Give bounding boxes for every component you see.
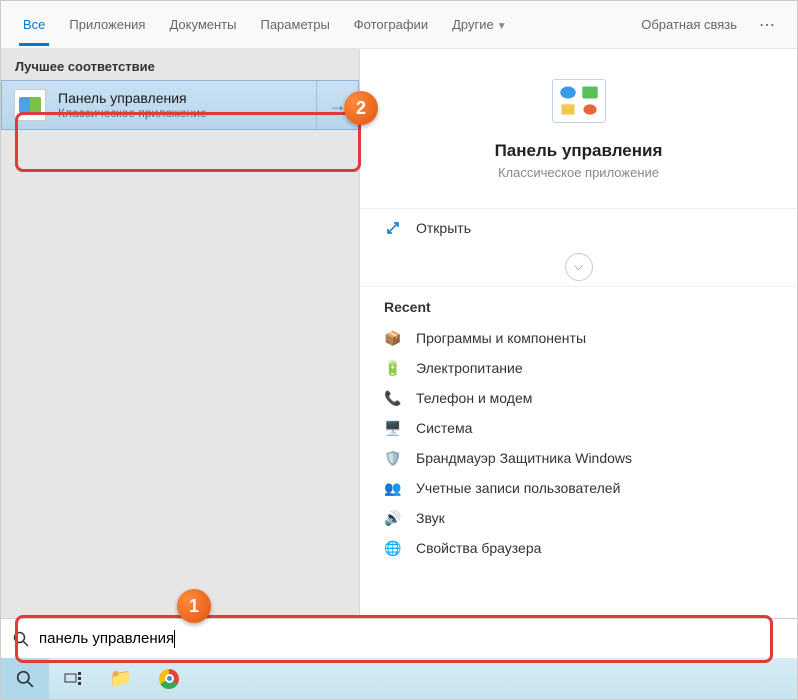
- result-title: Панель управления: [58, 90, 316, 106]
- taskbar-chrome-button[interactable]: [145, 658, 193, 699]
- recent-item-users[interactable]: 👥Учетные записи пользователей: [384, 473, 773, 503]
- browser-icon: 🌐: [384, 539, 402, 557]
- detail-title: Панель управления: [495, 141, 663, 161]
- tab-more[interactable]: Другие▼: [440, 3, 519, 46]
- detail-panel: Панель управления Классическое приложени…: [359, 49, 797, 646]
- recent-item-phone[interactable]: 📞Телефон и модем: [384, 383, 773, 413]
- expand-toggle[interactable]: ⌵: [360, 247, 797, 287]
- taskbar: 📁: [1, 658, 797, 699]
- control-panel-icon: [14, 89, 46, 121]
- chrome-icon: [159, 669, 179, 689]
- folder-icon: 📁: [110, 668, 132, 689]
- menu-dots-icon[interactable]: ⋯: [747, 15, 787, 35]
- result-control-panel[interactable]: Панель управления Классическое приложени…: [1, 80, 359, 130]
- control-panel-large-icon: [552, 79, 606, 123]
- annotation-badge-2: 2: [344, 91, 378, 125]
- taskview-icon: [64, 670, 82, 688]
- recent-item-programs[interactable]: 📦Программы и компоненты: [384, 323, 773, 353]
- recent-section: Recent 📦Программы и компоненты 🔋Электроп…: [360, 287, 797, 563]
- result-text: Панель управления Классическое приложени…: [58, 90, 316, 120]
- detail-subtitle: Классическое приложение: [498, 165, 659, 180]
- phone-icon: 📞: [384, 389, 402, 407]
- firewall-icon: 🛡️: [384, 449, 402, 467]
- recent-header: Recent: [384, 299, 773, 315]
- tab-params[interactable]: Параметры: [248, 3, 341, 46]
- open-action[interactable]: Открыть: [360, 208, 797, 247]
- recent-item-system[interactable]: 🖥️Система: [384, 413, 773, 443]
- search-body: Лучшее соответствие Панель управления Кл…: [1, 49, 797, 646]
- search-icon: [16, 670, 34, 688]
- open-label: Открыть: [416, 220, 471, 236]
- programs-icon: 📦: [384, 329, 402, 347]
- annotation-badge-1: 1: [177, 589, 211, 623]
- chevron-down-icon: ⌵: [565, 253, 593, 281]
- result-subtitle: Классическое приложение: [58, 106, 316, 120]
- open-icon: [384, 219, 402, 237]
- power-icon: 🔋: [384, 359, 402, 377]
- search-bar[interactable]: панель управления: [1, 618, 797, 658]
- taskbar-explorer-button[interactable]: 📁: [97, 658, 145, 699]
- text-cursor: [174, 630, 175, 648]
- tab-apps[interactable]: Приложения: [57, 3, 157, 46]
- tab-all[interactable]: Все: [11, 3, 57, 46]
- search-input[interactable]: панель управления: [39, 630, 174, 647]
- tab-photos[interactable]: Фотографии: [342, 3, 440, 46]
- results-panel: Лучшее соответствие Панель управления Кл…: [1, 49, 359, 646]
- recent-item-browser[interactable]: 🌐Свойства браузера: [384, 533, 773, 563]
- recent-item-power[interactable]: 🔋Электропитание: [384, 353, 773, 383]
- taskbar-search-button[interactable]: [1, 658, 49, 699]
- chevron-down-icon: ▼: [497, 21, 507, 32]
- recent-item-firewall[interactable]: 🛡️Брандмауэр Защитника Windows: [384, 443, 773, 473]
- search-tabs: Все Приложения Документы Параметры Фотог…: [1, 1, 797, 49]
- best-match-header: Лучшее соответствие: [1, 49, 359, 80]
- recent-item-sound[interactable]: 🔊Звук: [384, 503, 773, 533]
- sound-icon: 🔊: [384, 509, 402, 527]
- users-icon: 👥: [384, 479, 402, 497]
- feedback-link[interactable]: Обратная связь: [631, 17, 747, 32]
- search-icon: [13, 631, 29, 647]
- taskbar-taskview-button[interactable]: [49, 658, 97, 699]
- system-icon: 🖥️: [384, 419, 402, 437]
- tab-docs[interactable]: Документы: [157, 3, 248, 46]
